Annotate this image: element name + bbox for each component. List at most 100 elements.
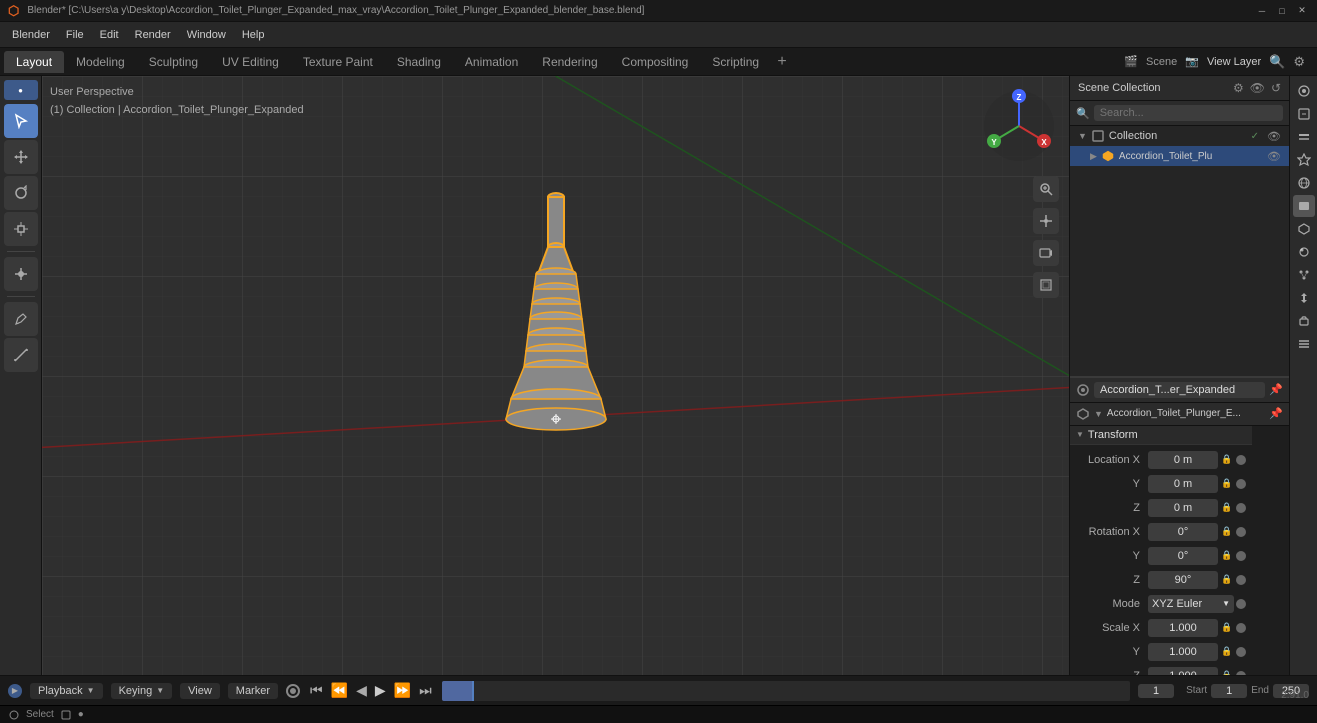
rotation-z-value[interactable]: 90° <box>1148 571 1218 589</box>
location-x-keyframe-dot[interactable] <box>1236 455 1246 465</box>
object-props-tab[interactable] <box>1293 195 1315 217</box>
rotation-x-keyframe-dot[interactable] <box>1236 527 1246 537</box>
rotation-mode-select[interactable]: XYZ Euler ▼ <box>1148 595 1234 613</box>
tab-layout[interactable]: Layout <box>4 51 64 73</box>
scale-tool-button[interactable] <box>4 212 38 246</box>
rotation-x-lock-icon[interactable]: 🔒 <box>1220 525 1234 539</box>
particles-props-tab[interactable] <box>1293 264 1315 286</box>
scale-y-lock-icon[interactable]: 🔒 <box>1220 645 1234 659</box>
pin-icon[interactable]: 📌 <box>1269 383 1283 396</box>
location-z-lock-icon[interactable]: 🔒 <box>1220 501 1234 515</box>
step-forward-button[interactable]: ⏩ <box>392 680 413 701</box>
maximize-button[interactable]: □ <box>1275 4 1289 18</box>
pan-icon[interactable] <box>1033 208 1059 234</box>
object-name-input[interactable] <box>1094 382 1265 398</box>
location-z-value[interactable]: 0 m <box>1148 499 1218 517</box>
menu-blender[interactable]: Blender <box>4 26 58 44</box>
location-z-keyframe-dot[interactable] <box>1236 503 1246 513</box>
accordion-object-item[interactable]: ▶ Accordion_Toilet_Plu 👁 <box>1070 146 1289 166</box>
material-props-tab[interactable] <box>1293 241 1315 263</box>
physics-props-tab[interactable] <box>1293 287 1315 309</box>
playback-menu[interactable]: Playback ▼ <box>30 683 103 699</box>
current-frame-display[interactable]: 1 <box>1138 684 1174 698</box>
menu-help[interactable]: Help <box>234 26 273 44</box>
annotate-tool-button[interactable] <box>4 302 38 336</box>
view-layer-props-tab[interactable] <box>1293 126 1315 148</box>
scale-x-lock-icon[interactable]: 🔒 <box>1220 621 1234 635</box>
tab-shading[interactable]: Shading <box>385 51 453 73</box>
zoom-in-icon[interactable] <box>1033 176 1059 202</box>
jump-start-button[interactable]: ⏮ <box>308 680 325 701</box>
eye-icon-scene[interactable]: 👁 <box>1250 81 1265 95</box>
scale-z-lock-icon[interactable]: 🔒 <box>1220 669 1234 676</box>
modifiers-props-tab[interactable] <box>1293 333 1315 355</box>
timeline-type-icon[interactable]: ▶ <box>8 684 22 698</box>
location-x-value[interactable]: 0 m <box>1148 451 1218 469</box>
jump-end-button[interactable]: ⏭ <box>417 680 434 701</box>
play-button[interactable]: ▶ <box>373 680 388 701</box>
tab-texture-paint[interactable]: Texture Paint <box>291 51 385 73</box>
menu-file[interactable]: File <box>58 26 92 44</box>
outliner-search-input[interactable] <box>1094 105 1283 121</box>
location-y-value[interactable]: 0 m <box>1148 475 1218 493</box>
search-icon[interactable]: 🔍 <box>1269 54 1285 70</box>
rotation-y-keyframe-dot[interactable] <box>1236 551 1246 561</box>
marker-menu[interactable]: Marker <box>228 683 278 699</box>
location-y-lock-icon[interactable]: 🔒 <box>1220 477 1234 491</box>
timeline-scrubber[interactable] <box>442 681 1130 701</box>
rotation-x-value[interactable]: 0° <box>1148 523 1218 541</box>
scale-z-keyframe-dot[interactable] <box>1236 671 1246 676</box>
ortho-icon[interactable] <box>1033 272 1059 298</box>
scale-x-keyframe-dot[interactable] <box>1236 623 1246 633</box>
render-props-tab[interactable] <box>1293 80 1315 102</box>
add-workspace-button[interactable]: + <box>771 51 793 73</box>
tab-rendering[interactable]: Rendering <box>530 51 609 73</box>
transform-tool-button[interactable] <box>4 257 38 291</box>
tab-scripting[interactable]: Scripting <box>700 51 771 73</box>
location-x-lock-icon[interactable]: 🔒 <box>1220 453 1234 467</box>
scale-x-value[interactable]: 1.000 <box>1148 619 1218 637</box>
select-tool-button[interactable] <box>4 104 38 138</box>
scale-y-value[interactable]: 1.000 <box>1148 643 1218 661</box>
tab-modeling[interactable]: Modeling <box>64 51 137 73</box>
tab-uv-editing[interactable]: UV Editing <box>210 51 291 73</box>
step-back-button[interactable]: ⏪ <box>329 680 350 701</box>
constraints-props-tab[interactable] <box>1293 310 1315 332</box>
collection-visibility-icon[interactable]: 👁 <box>1267 130 1281 143</box>
menu-window[interactable]: Window <box>179 26 234 44</box>
mesh-props-tab[interactable] <box>1293 218 1315 240</box>
filter-icon-sm[interactable]: ⚙ <box>1233 81 1244 95</box>
menu-edit[interactable]: Edit <box>92 26 127 44</box>
menu-render[interactable]: Render <box>127 26 179 44</box>
scale-z-value[interactable]: 1.000 <box>1148 667 1218 676</box>
tab-compositing[interactable]: Compositing <box>610 51 701 73</box>
view-menu-timeline[interactable]: View <box>180 683 220 699</box>
tab-animation[interactable]: Animation <box>453 51 530 73</box>
minimize-button[interactable]: ─ <box>1255 4 1269 18</box>
keying-menu[interactable]: Keying ▼ <box>111 683 173 699</box>
rotation-y-lock-icon[interactable]: 🔒 <box>1220 549 1234 563</box>
viewport[interactable]: Object Mode ▼ View Select Add Object <box>42 76 1069 675</box>
tab-sculpting[interactable]: Sculpting <box>137 51 210 73</box>
rotation-z-lock-icon[interactable]: 🔒 <box>1220 573 1234 587</box>
location-y-keyframe-dot[interactable] <box>1236 479 1246 489</box>
start-frame-input[interactable]: 1 <box>1211 684 1247 698</box>
rotation-y-value[interactable]: 0° <box>1148 547 1218 565</box>
transform-section-header[interactable]: ▼ Transform <box>1070 426 1252 445</box>
rotation-z-keyframe-dot[interactable] <box>1236 575 1246 585</box>
camera-icon[interactable] <box>1033 240 1059 266</box>
navigation-gizmo[interactable]: Z X Y <box>979 86 1059 166</box>
play-reverse-button[interactable]: ◀ <box>354 680 369 701</box>
scene-props-tab[interactable] <box>1293 149 1315 171</box>
move-tool-button[interactable] <box>4 140 38 174</box>
world-props-tab[interactable] <box>1293 172 1315 194</box>
refresh-icon[interactable]: ↺ <box>1271 81 1281 95</box>
object-visibility-icon[interactable]: 👁 <box>1267 150 1281 163</box>
rotate-tool-button[interactable] <box>4 176 38 210</box>
output-props-tab[interactable] <box>1293 103 1315 125</box>
mode-keyframe-dot[interactable] <box>1236 599 1246 609</box>
record-button[interactable] <box>286 684 300 698</box>
collection-check-icon[interactable]: ✓ <box>1251 131 1259 142</box>
filter-icon[interactable]: ⚙ <box>1293 54 1305 70</box>
data-pin-icon[interactable]: 📌 <box>1269 407 1283 420</box>
